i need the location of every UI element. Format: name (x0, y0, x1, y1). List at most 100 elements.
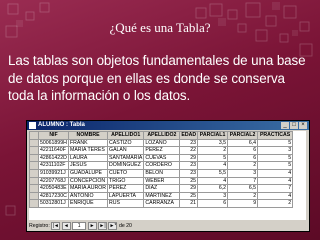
table-cell[interactable]: GALAN (107, 146, 145, 155)
column-header[interactable]: NOMBRE (67, 131, 109, 140)
table-cell[interactable]: 9 (227, 199, 259, 208)
table-cell[interactable]: MARTINEZ (143, 191, 181, 201)
table-cell[interactable]: GUADALUPE (67, 168, 109, 178)
window-titlebar[interactable]: ALUMNO : Tabla _ □ × (27, 121, 309, 130)
table-cell[interactable]: TRIGO (107, 176, 145, 186)
table-cell[interactable]: ENRIQUE (67, 199, 109, 208)
datasheet-grid[interactable]: NIF NOMBRE APELLIDO1 APELLIDO2 EDAD PARC… (29, 131, 306, 220)
table-row[interactable]: 91039921J GUADALUPE CUETO BELON 23 5,5 3 4 (29, 168, 294, 178)
table-cell[interactable]: 5 (257, 138, 294, 148)
table-cell[interactable]: 91039921J (38, 168, 69, 178)
table-cell[interactable]: 6 (227, 153, 259, 163)
table-cell[interactable]: CARRANZA (143, 199, 181, 208)
table-cell[interactable]: 42861422D (38, 153, 69, 163)
table-cell[interactable]: 23 (179, 138, 199, 148)
table-cell[interactable]: JESUS (67, 161, 109, 170)
table-cell[interactable]: 42817230C (38, 191, 69, 201)
table-cell[interactable]: 6,4 (227, 138, 259, 148)
table-row[interactable]: 42050483E MARIA AUROR PEREZ DIAZ 29 6,2 6,5 7 (29, 184, 294, 193)
table-cell[interactable]: 42211640F (38, 146, 69, 155)
table-cell[interactable]: CONCEPCION (67, 176, 109, 186)
table-cell[interactable]: 6 (227, 146, 259, 155)
minimize-button[interactable]: _ (281, 122, 289, 129)
row-selector[interactable] (29, 176, 39, 186)
table-cell[interactable]: WEBER (143, 176, 181, 186)
last-record-button[interactable]: ►| (98, 222, 108, 230)
table-cell[interactable]: 3 (197, 191, 229, 201)
table-cell[interactable]: 22 (179, 146, 199, 155)
table-cell[interactable]: 5 (197, 153, 229, 163)
table-cell[interactable]: 3,5 (197, 138, 229, 148)
row-selector[interactable] (29, 153, 39, 163)
table-cell[interactable]: 5,5 (197, 168, 229, 178)
table-cell[interactable]: 25 (179, 176, 199, 186)
row-selector[interactable] (29, 146, 39, 155)
table-row[interactable]: 42817230C ANTONIO LAPUERTA MARTINEZ 25 3 2 4 (29, 191, 294, 201)
table-cell[interactable]: CORDERO (143, 161, 181, 170)
table-cell[interactable]: CASTIZO (107, 138, 145, 148)
table-cell[interactable]: 5 (257, 161, 294, 170)
table-cell[interactable]: 2 (227, 161, 259, 170)
table-cell[interactable]: 2 (197, 146, 229, 155)
table-cell[interactable]: 3 (257, 146, 294, 155)
close-button[interactable]: × (299, 122, 307, 129)
table-cell[interactable]: 5 (257, 153, 294, 163)
table-cell[interactable]: FRANK (67, 138, 109, 148)
table-cell[interactable]: 29 (179, 184, 199, 193)
row-selector[interactable] (29, 191, 39, 201)
table-cell[interactable]: PEREZ (107, 184, 145, 193)
table-cell[interactable]: 3 (227, 168, 259, 178)
table-cell[interactable]: 42207768J (38, 176, 69, 186)
table-cell[interactable]: 50312801J (38, 199, 69, 208)
table-cell[interactable]: 7 (257, 184, 294, 193)
table-cell[interactable]: 50061899H (38, 138, 69, 148)
table-row[interactable]: 42861422D LAURA SANTAMARIA CUEVAS 29 5 6 5 (29, 153, 294, 163)
table-cell[interactable]: 23 (179, 168, 199, 178)
table-cell[interactable]: PEREZ (143, 146, 181, 155)
table-cell[interactable]: 29 (179, 153, 199, 163)
table-row[interactable]: 50312801J ENRIQUE RUS CARRANZA 21 6 9 2 (29, 199, 294, 208)
next-record-button[interactable]: ► (87, 222, 97, 230)
table-cell[interactable]: MARIA AUROR (67, 184, 109, 193)
table-cell[interactable]: 4 (257, 176, 294, 186)
table-cell[interactable]: 42311102F (38, 161, 69, 170)
table-cell[interactable]: DOMINGUEZ (107, 161, 145, 170)
table-cell[interactable]: 4 (257, 168, 294, 178)
table-cell[interactable]: RUS (107, 199, 145, 208)
row-selector[interactable] (29, 199, 39, 208)
table-cell[interactable]: 21 (179, 199, 199, 208)
table-cell[interactable]: 4 (197, 161, 229, 170)
table-cell[interactable]: MARIA TERES (67, 146, 109, 155)
table-row[interactable]: 50061899H FRANK CASTIZO LOZANO 23 3,5 6,4 5 (29, 138, 294, 148)
column-header[interactable]: PRACTICAS (257, 131, 294, 140)
table-cell[interactable]: 2 (257, 199, 294, 208)
table-cell[interactable]: 6,5 (227, 184, 259, 193)
column-header[interactable]: NIF (38, 131, 69, 140)
row-selector[interactable] (29, 168, 39, 178)
table-cell[interactable]: LAURA (67, 153, 109, 163)
table-cell[interactable]: SANTAMARIA (107, 153, 145, 163)
column-header[interactable]: APELLIDO1 (107, 131, 145, 140)
new-record-button[interactable]: ►* (108, 222, 118, 230)
table-cell[interactable]: LOZANO (143, 138, 181, 148)
row-selector[interactable] (29, 138, 39, 148)
table-cell[interactable]: 4 (197, 176, 229, 186)
table-cell[interactable]: LAPUERTA (107, 191, 145, 201)
table-cell[interactable]: 2 (227, 191, 259, 201)
table-cell[interactable]: 4 (257, 191, 294, 201)
table-row[interactable]: 42207768J CONCEPCION TRIGO WEBER 25 4 7 4 (29, 176, 294, 186)
table-cell[interactable]: 6 (197, 199, 229, 208)
column-header[interactable]: PARCIAL2 (227, 131, 259, 140)
table-cell[interactable]: 25 (179, 191, 199, 201)
table-cell[interactable]: CUEVAS (143, 153, 181, 163)
table-cell[interactable]: ANTONIO (67, 191, 109, 201)
table-cell[interactable]: 42050483E (38, 184, 69, 193)
previous-record-button[interactable]: ◄ (61, 222, 71, 230)
table-cell[interactable]: CUETO (107, 168, 145, 178)
maximize-button[interactable]: □ (290, 122, 298, 129)
table-row[interactable]: 42311102F JESUS DOMINGUEZ CORDERO 23 4 2 5 (29, 161, 294, 170)
column-header[interactable]: PARCIAL1 (197, 131, 229, 140)
table-cell[interactable]: 6,2 (197, 184, 229, 193)
table-cell[interactable]: DIAZ (143, 184, 181, 193)
table-cell[interactable]: BELON (143, 168, 181, 178)
